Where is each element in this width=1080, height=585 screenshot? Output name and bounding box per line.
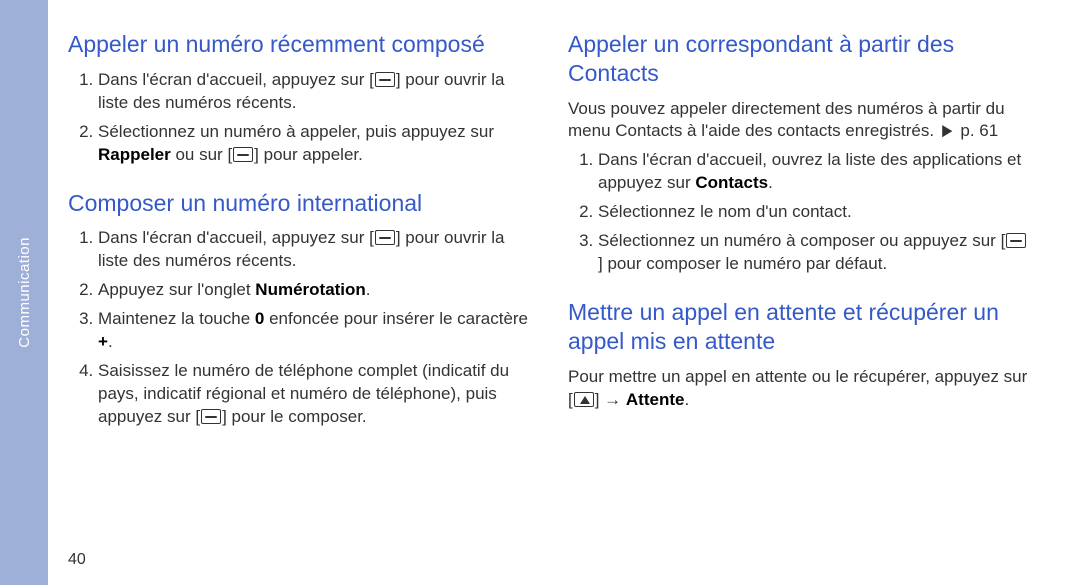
page-content: Appeler un numéro récemment composé Dans… (68, 30, 1048, 575)
lead-hold: Pour mettre un appel en attente ou le ré… (568, 366, 1028, 412)
heading-contacts: Appeler un correspondant à partir des Co… (568, 30, 1028, 88)
list-item: Dans l'écran d'accueil, appuyez sur [] p… (98, 69, 528, 115)
list-item: Appuyez sur l'onglet Numérotation. (98, 279, 528, 302)
list-item: Saisissez le numéro de téléphone complet… (98, 360, 528, 429)
list-contacts: Dans l'écran d'accueil, ouvrez la liste … (568, 149, 1028, 276)
menu-key-icon (574, 392, 594, 407)
right-column: Appeler un correspondant à partir des Co… (568, 30, 1028, 575)
list-item: Maintenez la touche 0 enfoncée pour insé… (98, 308, 528, 354)
sidebar: Communication (0, 0, 48, 585)
list-international: Dans l'écran d'accueil, appuyez sur [] p… (68, 227, 528, 429)
call-key-icon (375, 72, 395, 87)
call-key-icon (233, 147, 253, 162)
lead-contacts: Vous pouvez appeler directement des numé… (568, 98, 1028, 144)
list-item: Sélectionnez un numéro à composer ou app… (598, 230, 1028, 276)
section-contacts: Appeler un correspondant à partir des Co… (568, 30, 1028, 276)
heading-recent-call: Appeler un numéro récemment composé (68, 30, 528, 59)
call-key-icon (375, 230, 395, 245)
call-key-icon (201, 409, 221, 424)
left-column: Appeler un numéro récemment composé Dans… (68, 30, 528, 575)
section-hold: Mettre un appel en attente et récupérer … (568, 298, 1028, 411)
list-item: Dans l'écran d'accueil, ouvrez la liste … (598, 149, 1028, 195)
list-item: Sélectionnez un numéro à appeler, puis a… (98, 121, 528, 167)
section-international: Composer un numéro international Dans l'… (68, 189, 528, 429)
list-item: Sélectionnez le nom d'un contact. (598, 201, 1028, 224)
page-number: 40 (68, 551, 86, 569)
call-key-icon (1006, 233, 1026, 248)
list-item: Dans l'écran d'accueil, appuyez sur [] p… (98, 227, 528, 273)
section-recent-call: Appeler un numéro récemment composé Dans… (68, 30, 528, 167)
heading-hold: Mettre un appel en attente et récupérer … (568, 298, 1028, 356)
page-ref-icon: ► (939, 118, 956, 146)
list-recent-call: Dans l'écran d'accueil, appuyez sur [] p… (68, 69, 528, 167)
sidebar-section-label: Communication (16, 237, 33, 348)
heading-international: Composer un numéro international (68, 189, 528, 218)
